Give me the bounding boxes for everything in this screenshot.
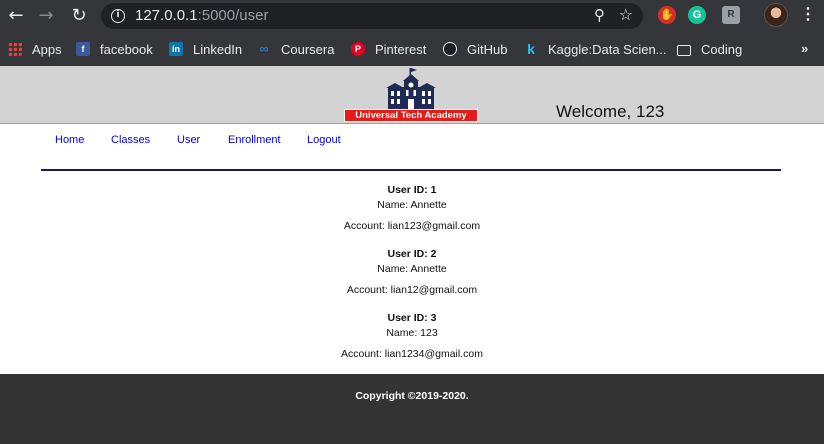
nav-logout-link[interactable]: Logout xyxy=(307,134,341,146)
url-path: :5000/user xyxy=(197,7,269,24)
user-id: User ID: 1 xyxy=(387,184,437,196)
kaggle-icon: k xyxy=(527,41,535,57)
arrow-left-icon[interactable]: ← xyxy=(4,5,28,27)
academy-logo[interactable]: Universal Tech Academy xyxy=(344,68,478,122)
bookmark-linkedin[interactable]: in LinkedIn xyxy=(169,40,242,58)
bookmark-label: Kaggle:Data Scien... xyxy=(548,41,667,57)
bookmark-label: LinkedIn xyxy=(193,41,243,57)
zoom-icon[interactable]: ⚲ xyxy=(594,6,605,24)
user-entry: User ID: 2 Name: Annette Account: lian12… xyxy=(0,247,824,311)
user-entry: User ID: 3 Name: 123 Account: lian1234@g… xyxy=(0,311,824,375)
url-host: 127.0.0.1 xyxy=(135,7,198,24)
bookmark-label: Pinterest xyxy=(375,41,427,57)
user-id: User ID: 2 xyxy=(387,248,437,260)
user-account: Account: lian12@gmail.com xyxy=(346,284,478,296)
bookmark-coding-folder[interactable]: Coding xyxy=(677,40,742,58)
user-name: Name: Annette xyxy=(377,263,447,275)
bookmark-pinterest[interactable]: P Pinterest xyxy=(351,40,426,58)
bookmark-facebook[interactable]: f facebook xyxy=(76,40,153,58)
more-bookmarks-icon[interactable]: » xyxy=(801,41,808,56)
site-footer: Copyright ©2019-2020. xyxy=(0,374,824,444)
info-icon[interactable]: i xyxy=(111,9,125,23)
bookmark-label: facebook xyxy=(100,41,153,57)
bookmark-kaggle[interactable]: k Kaggle:Data Scien... xyxy=(524,40,667,58)
extension-reader-icon[interactable]: R xyxy=(722,6,740,24)
facebook-icon: f xyxy=(76,42,90,56)
site-header: Universal Tech Academy Welcome, 123 xyxy=(0,66,824,124)
user-name: Name: Annette xyxy=(377,199,447,211)
bookmark-github[interactable]: GitHub xyxy=(443,40,507,58)
nav-enrollment-link[interactable]: Enrollment xyxy=(228,134,281,146)
user-id: User ID: 3 xyxy=(387,312,437,324)
bookmark-label: Apps xyxy=(32,41,62,57)
copyright-text: Copyright ©2019-2020. xyxy=(355,390,469,402)
bookmarks-bar: Apps f facebook in LinkedIn ∞ Coursera P… xyxy=(0,33,824,66)
extension-grammarly-icon[interactable]: G xyxy=(688,6,706,24)
nav-home-link[interactable]: Home xyxy=(55,134,84,146)
url-text[interactable]: 127.0.0.1:5000/user xyxy=(135,7,268,24)
bookmark-star-icon[interactable]: ☆ xyxy=(619,5,633,24)
user-list: User ID: 1 Name: Annette Account: lian12… xyxy=(0,183,824,375)
address-bar[interactable]: i 127.0.0.1:5000/user ⚲ ☆ xyxy=(101,3,643,29)
profile-avatar[interactable] xyxy=(764,3,788,27)
reload-icon[interactable]: ↻ xyxy=(67,5,91,27)
extension-adblock-icon[interactable]: ✋ xyxy=(658,6,676,24)
pinterest-icon: P xyxy=(351,42,365,56)
nav-classes-link[interactable]: Classes xyxy=(111,134,150,146)
bookmark-label: Coding xyxy=(701,41,743,57)
user-account: Account: lian1234@gmail.com xyxy=(341,348,483,360)
welcome-message: Welcome, 123 xyxy=(556,102,665,121)
github-icon xyxy=(443,42,457,56)
nav-divider xyxy=(41,169,781,171)
linkedin-icon: in xyxy=(169,42,183,56)
apps-grid-icon xyxy=(8,42,22,56)
browser-toolbar: ← → ↻ i 127.0.0.1:5000/user ⚲ ☆ ✋ G R ⋮ xyxy=(0,0,824,33)
logo-text: Universal Tech Academy xyxy=(344,109,478,122)
user-account: Account: lian123@gmail.com xyxy=(343,220,481,232)
bookmark-label: Coursera xyxy=(281,41,335,57)
school-building-icon xyxy=(386,68,436,109)
folder-icon xyxy=(677,44,691,56)
bookmark-apps[interactable]: Apps xyxy=(8,40,62,58)
user-entry: User ID: 1 Name: Annette Account: lian12… xyxy=(0,183,824,247)
browser-menu-icon[interactable]: ⋮ xyxy=(800,5,816,25)
user-name: Name: 123 xyxy=(386,327,438,339)
arrow-right-icon[interactable]: → xyxy=(34,5,58,27)
bookmark-label: GitHub xyxy=(467,41,508,57)
bookmark-coursera[interactable]: ∞ Coursera xyxy=(257,40,334,58)
coursera-icon: ∞ xyxy=(259,41,269,56)
nav-user-link[interactable]: User xyxy=(177,134,200,146)
